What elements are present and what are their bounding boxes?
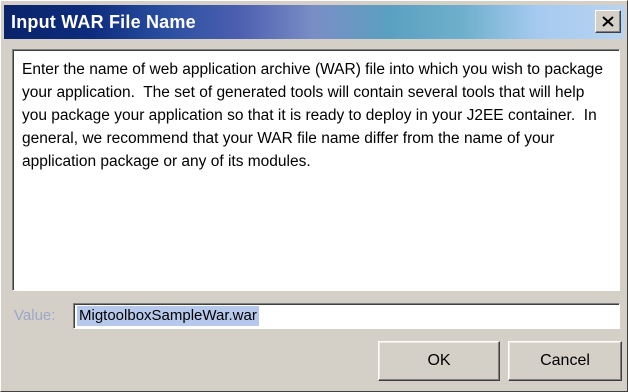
ok-button[interactable]: OK bbox=[378, 341, 500, 381]
close-button[interactable] bbox=[595, 10, 621, 33]
dialog-title: Input WAR File Name bbox=[11, 11, 196, 32]
cancel-button[interactable]: Cancel bbox=[508, 341, 622, 381]
close-icon bbox=[602, 16, 614, 27]
value-label: Value: bbox=[14, 307, 56, 324]
value-input[interactable]: MigtoolboxSampleWar.war bbox=[73, 303, 620, 329]
value-input-text: MigtoolboxSampleWar.war bbox=[77, 306, 259, 326]
input-war-file-name-dialog: Input WAR File Name Enter the name of we… bbox=[0, 0, 628, 392]
title-bar[interactable]: Input WAR File Name bbox=[4, 5, 625, 39]
message-text-area[interactable]: Enter the name of web application archiv… bbox=[12, 49, 620, 291]
